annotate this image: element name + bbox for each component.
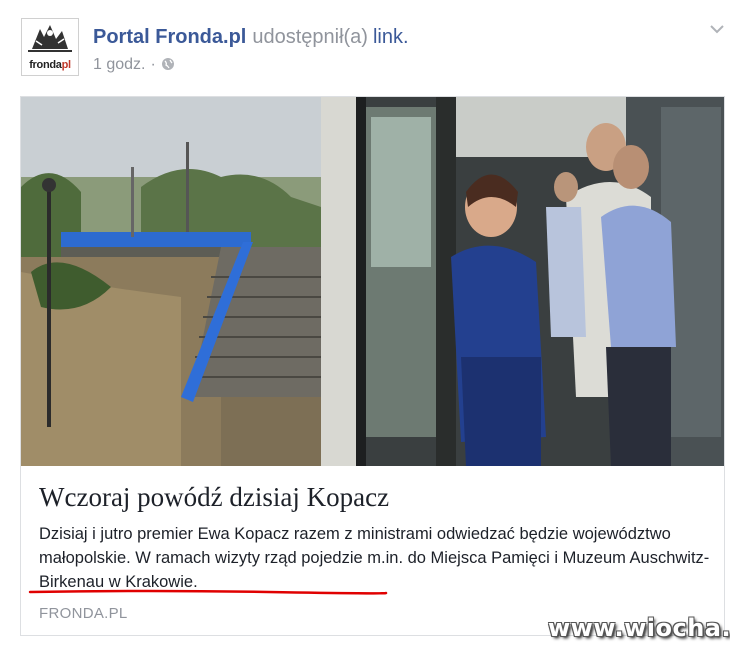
post-author-line: Portal Fronda.pl udostępnił(a) link. [93,24,409,50]
red-underline-annotation [28,589,388,595]
page-avatar[interactable]: frondapl [21,18,79,76]
chevron-down-icon[interactable] [708,22,726,36]
shared-link-word[interactable]: link. [373,26,409,48]
link-source-domain: FRONDA.PL [39,605,128,622]
meta-separator: · [150,56,156,73]
author-name-link[interactable]: Portal Fronda.pl [93,26,246,48]
avatar-logo-graphic [22,19,78,59]
globe-icon[interactable] [161,57,175,76]
post-meta: 1 godz. · [93,56,175,76]
link-description: Dzisiaj i jutro premier Ewa Kopacz razem… [39,525,710,591]
preview-photo-collage [21,97,724,466]
link-preview-image[interactable] [21,97,724,466]
link-title[interactable]: Wczoraj powódź dzisiaj Kopacz [39,480,709,514]
post-timestamp[interactable]: 1 godz. [93,56,145,73]
avatar-brand-text: frondapl [29,59,71,71]
shared-action-text: udostępnił(a) [252,26,368,48]
post-header: frondapl Portal Fronda.pl udostępnił(a) li… [0,0,730,96]
watermark-text: www.wiocha.pl [548,614,730,642]
link-preview-card[interactable]: Wczoraj powódź dzisiaj Kopacz Dzisiaj i … [20,96,725,636]
